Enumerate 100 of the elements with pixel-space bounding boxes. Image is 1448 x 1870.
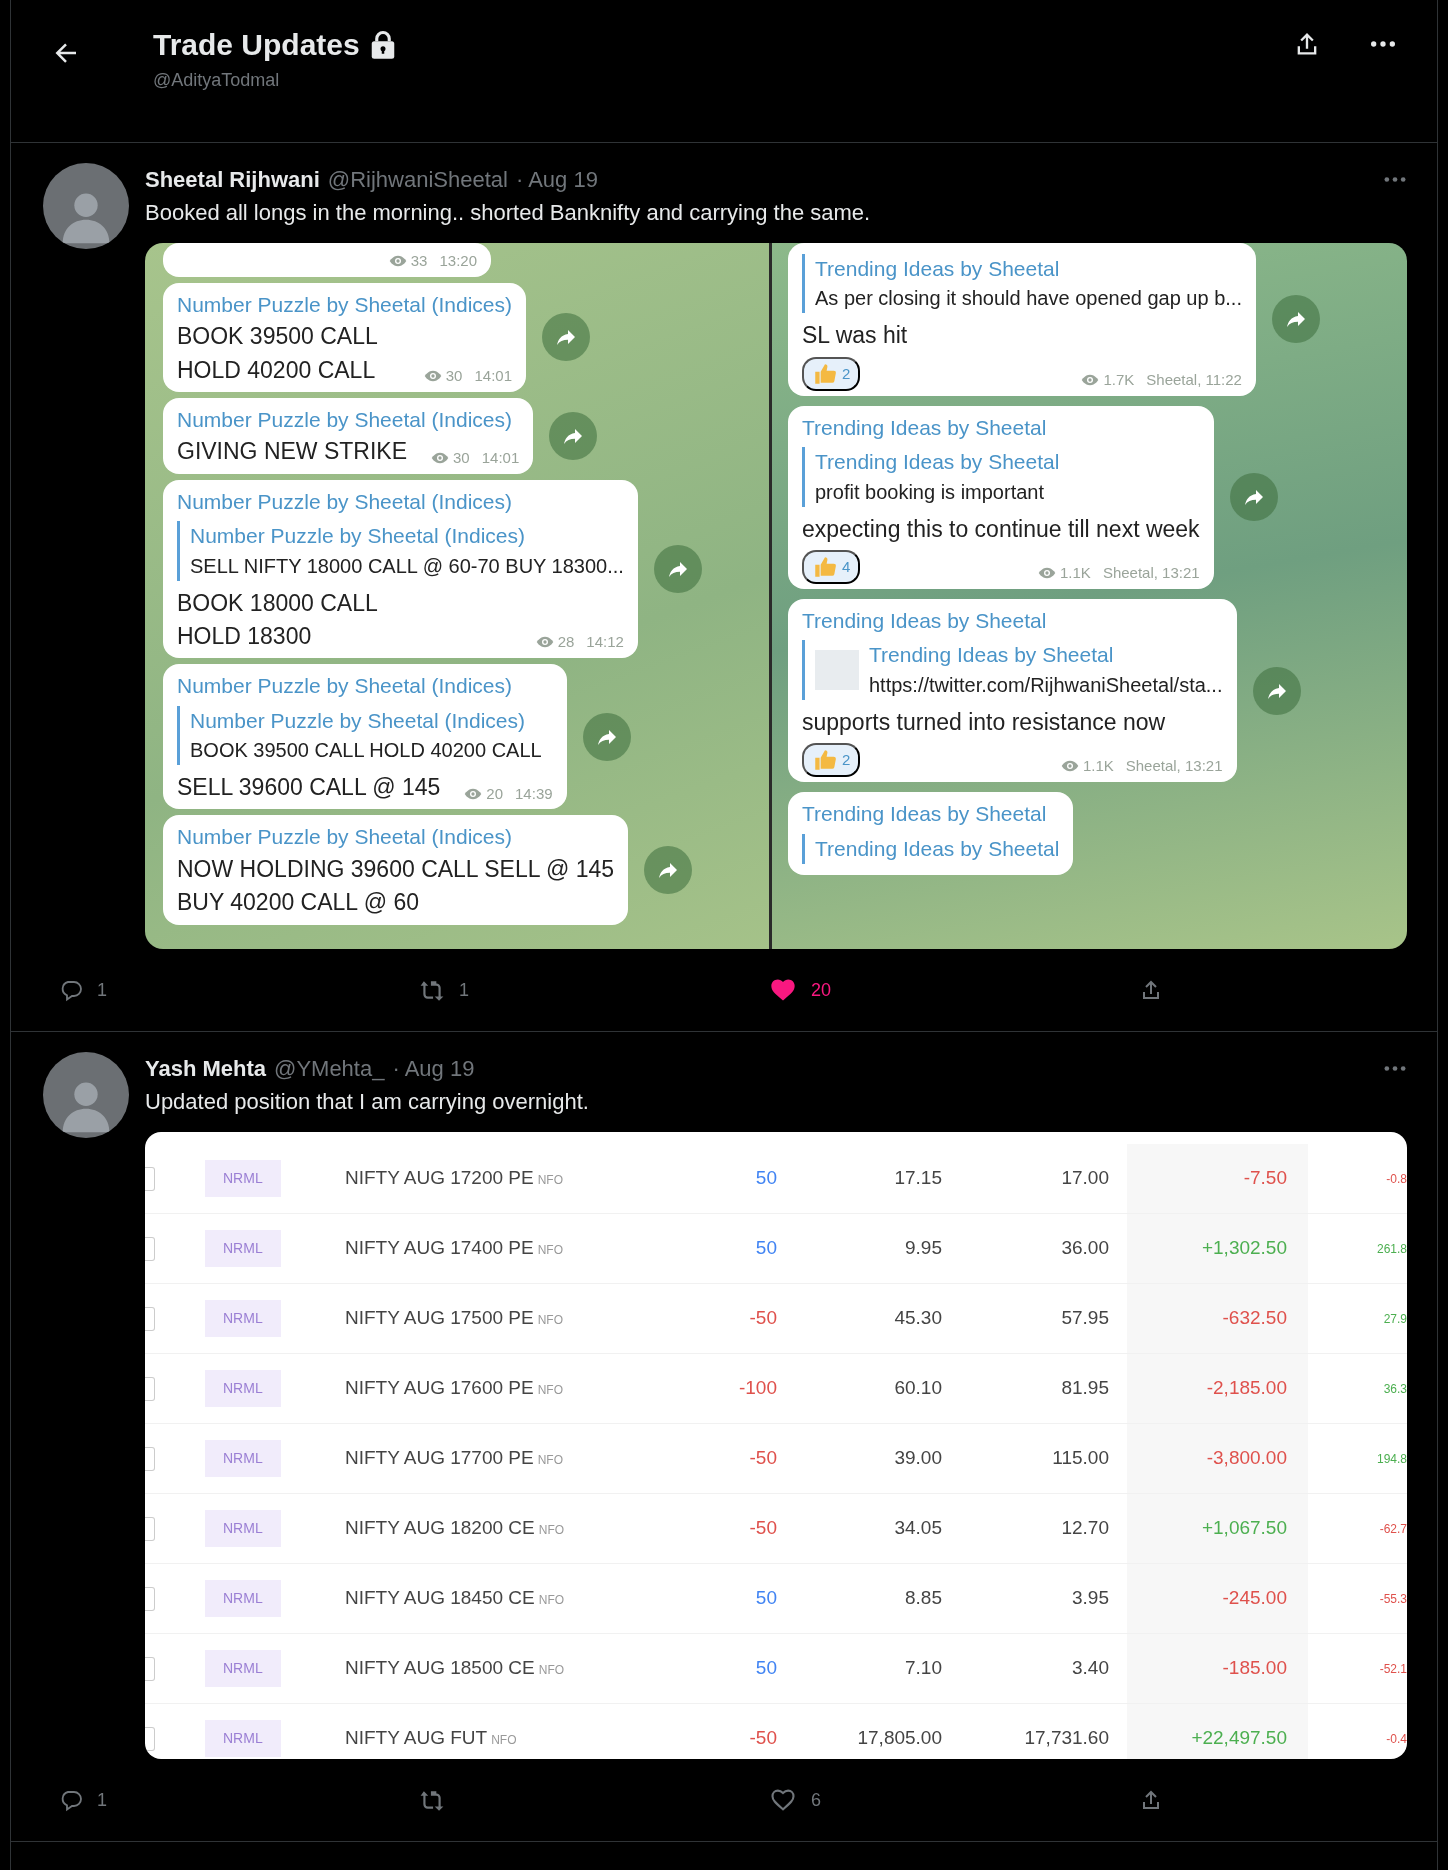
pnl-cell: +22,497.50 xyxy=(1127,1704,1308,1759)
list-handle: @AdityaTodmal xyxy=(153,69,281,92)
quantity-cell-text: -50 xyxy=(748,1446,778,1471)
product-tag: NRML xyxy=(205,1510,281,1547)
change-cell-text: 194.8 xyxy=(1375,1450,1407,1468)
view-count: 30 xyxy=(445,366,463,387)
instrument-name: NIFTY AUG FUT xyxy=(345,1727,488,1749)
product-tag: NRML xyxy=(205,1370,281,1407)
average-price-cell-text: 60.10 xyxy=(893,1376,943,1401)
average-price-cell-text: 9.95 xyxy=(904,1236,943,1261)
message-text: GIVING NEW STRIKE xyxy=(177,437,408,467)
quote-text: profit booking is important xyxy=(815,479,1045,505)
instrument-name: NIFTY AUG 17200 PE xyxy=(345,1167,534,1189)
ltp-cell-text: 3.40 xyxy=(1071,1656,1110,1681)
author-name[interactable]: Yash Mehta xyxy=(145,1052,267,1085)
quote-title: Number Puzzle by Sheetal (Indices) xyxy=(190,707,526,734)
quantity-cell-text: 50 xyxy=(754,1586,778,1611)
exchange-label: NFO xyxy=(538,1593,565,1608)
instrument-name: NIFTY AUG 18500 CE xyxy=(345,1657,535,1679)
reply-button[interactable]: 1 xyxy=(59,1786,419,1814)
channel-name: Trending Ideas by Sheetal xyxy=(802,608,1048,634)
checkbox[interactable] xyxy=(145,1586,155,1611)
ltp-cell-text: 57.95 xyxy=(1060,1306,1110,1331)
exchange-label: NFO xyxy=(538,1663,565,1678)
more-button[interactable] xyxy=(1369,40,1397,48)
quote-text: BOOK 39500 CALL HOLD 40200 CALL xyxy=(190,738,542,764)
quote-title: Trending Ideas by Sheetal xyxy=(815,835,1060,862)
message-time: 13:20 xyxy=(439,251,477,271)
reply-count: 1 xyxy=(97,978,107,1002)
like-count: 20 xyxy=(811,978,832,1002)
reply-icon xyxy=(59,978,83,1002)
ltp-cell-text: 3.95 xyxy=(1071,1586,1110,1611)
exchange-label: NFO xyxy=(491,1733,517,1748)
reply-button[interactable]: 1 xyxy=(59,976,419,1004)
channel-name: Trending Ideas by Sheetal xyxy=(802,801,1048,828)
message-text: BOOK 18000 CALL xyxy=(177,588,378,618)
more-icon xyxy=(1383,176,1407,183)
message-time: 14:01 xyxy=(481,447,520,468)
checkbox[interactable] xyxy=(145,1726,155,1751)
quantity-cell-text: -50 xyxy=(748,1516,778,1541)
change-cell-text: 261.8 xyxy=(1375,1240,1407,1258)
tweet-text: Updated position that I am carrying overnight. xyxy=(145,1088,590,1116)
more-icon xyxy=(1369,40,1397,48)
channel-name: Number Puzzle by Sheetal (Indices) xyxy=(177,291,512,318)
checkbox[interactable] xyxy=(145,1656,155,1681)
instrument-name: NIFTY AUG 17600 PE xyxy=(345,1377,534,1399)
pnl-cell: -632.50 xyxy=(1127,1284,1308,1353)
exchange-label: NFO xyxy=(538,1523,565,1538)
message-text: NOW HOLDING 39600 CALL SELL @ 145 xyxy=(177,854,615,884)
message-time: Sheetal, 11:22 xyxy=(1146,370,1242,391)
message-text: supports turned into resistance now xyxy=(802,707,1166,737)
instrument-name: NIFTY AUG 17700 PE xyxy=(345,1447,534,1469)
average-price-cell-text: 34.05 xyxy=(893,1516,943,1541)
author-name[interactable]: Sheetal Rijhwani xyxy=(145,163,320,196)
reaction-button[interactable]: 2 xyxy=(802,743,861,778)
message-text: SELL 39600 CALL @ 145 xyxy=(177,773,441,803)
message-text: BUY 40200 CALL @ 60 xyxy=(177,888,419,918)
reaction-button[interactable]: 4 xyxy=(802,550,861,584)
like-button[interactable]: 6 xyxy=(769,1786,1139,1814)
product-tag: NRML xyxy=(205,1650,281,1687)
checkbox[interactable] xyxy=(145,1306,155,1331)
average-price-cell-text: 39.00 xyxy=(893,1446,943,1471)
change-cell-text: -52.1 xyxy=(1378,1660,1407,1678)
ltp-cell-text: 36.00 xyxy=(1060,1236,1110,1261)
like-button[interactable]: 20 xyxy=(769,976,1139,1004)
checkbox[interactable] xyxy=(145,1236,155,1261)
forward-button[interactable] xyxy=(644,846,693,894)
message-time: Sheetal, 13:21 xyxy=(1125,756,1223,777)
retweet-count: 1 xyxy=(459,978,469,1002)
retweet-button[interactable]: 1 xyxy=(419,976,769,1004)
list-title: Trade Updates xyxy=(153,27,360,63)
product-tag: NRML xyxy=(205,1440,281,1477)
reaction-count: 2 xyxy=(842,363,851,384)
quantity-cell-text: -50 xyxy=(748,1306,778,1331)
product-tag: NRML xyxy=(205,1300,281,1337)
checkbox[interactable] xyxy=(145,1376,155,1401)
reaction-button[interactable]: 2 xyxy=(802,356,861,391)
quote-title: Trending Ideas by Sheetal xyxy=(869,642,1115,669)
change-cell-text: -55.3 xyxy=(1378,1590,1407,1608)
tweet-text: Booked all longs in the morning.. shorted Banknifty and carrying the same. xyxy=(145,199,872,227)
channel-name: Number Puzzle by Sheetal (Indices) xyxy=(177,824,513,851)
reaction-count: 2 xyxy=(842,750,851,771)
tweet-date: · Aug 19 xyxy=(392,1055,475,1083)
view-count: 1.1K xyxy=(1060,563,1091,584)
quote-text: SELL NIFTY 18000 CALL @ 60-70 BUY 18300... xyxy=(190,553,624,579)
checkbox[interactable] xyxy=(145,1166,155,1191)
forward-button[interactable] xyxy=(542,313,590,362)
pnl-cell: -2,185.00 xyxy=(1127,1354,1308,1423)
product-tag: NRML xyxy=(205,1580,281,1617)
more-icon xyxy=(1383,1065,1407,1072)
checkbox[interactable] xyxy=(145,1516,155,1541)
instrument-name: NIFTY AUG 17400 PE xyxy=(345,1237,534,1259)
quote-text: https://twitter.com/RijhwaniSheetal/sta... xyxy=(869,672,1223,698)
pnl-cell: +1,302.50 xyxy=(1127,1214,1308,1283)
view-count: 1.7K xyxy=(1103,370,1135,391)
exchange-label: NFO xyxy=(537,1243,564,1258)
quantity-cell-text: -100 xyxy=(737,1376,778,1401)
average-price-cell-text: 8.85 xyxy=(904,1586,943,1611)
checkbox[interactable] xyxy=(145,1446,155,1471)
average-price-cell-text: 17,805.00 xyxy=(856,1726,943,1751)
